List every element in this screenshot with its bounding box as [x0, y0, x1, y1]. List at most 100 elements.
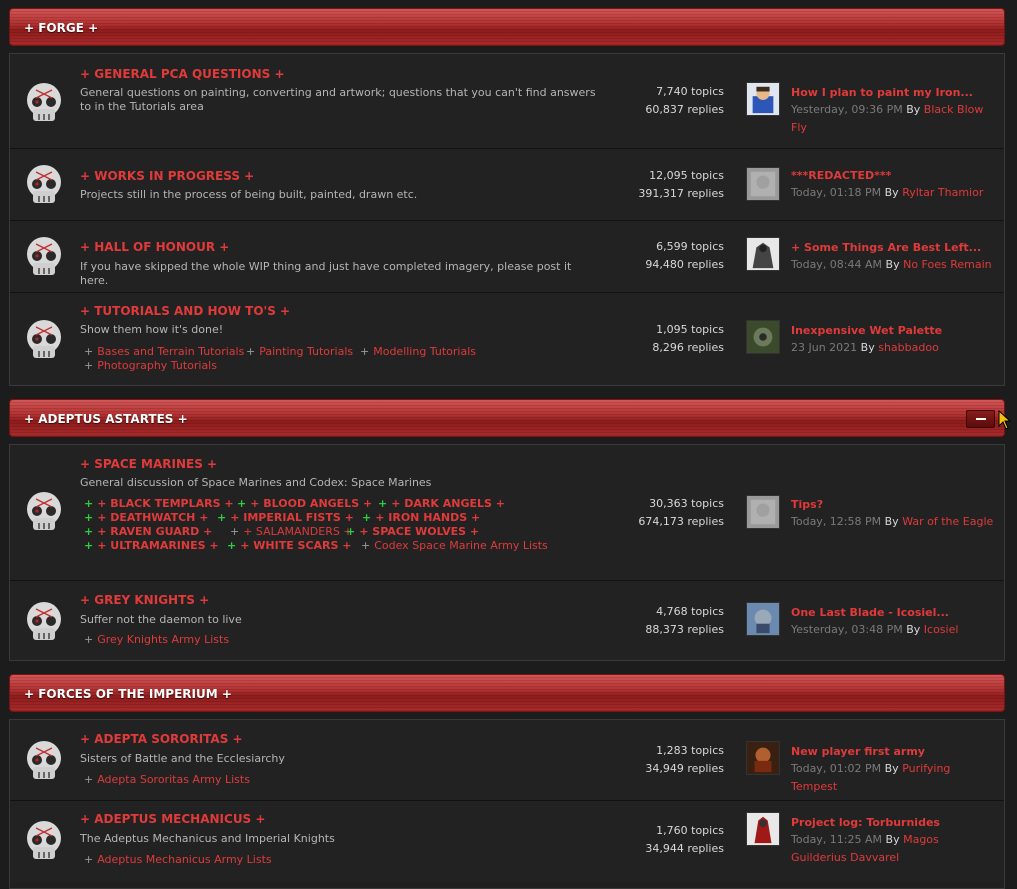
forum-title[interactable]: + ADEPTUS MECHANICUS +	[80, 812, 265, 826]
category-header-adeptus-astartes[interactable]: + ADEPTUS ASTARTES +	[9, 399, 1012, 437]
last-post-user[interactable]: Ryltar Thamior	[902, 186, 983, 199]
subforum-marker-icon: +	[230, 525, 240, 538]
topics-count: 1,760 topics	[656, 824, 724, 837]
last-post-time: Yesterday, 03:48 PM	[791, 623, 903, 636]
avatar[interactable]	[746, 167, 780, 201]
subforum-link[interactable]: + + SPACE WOLVES +	[346, 525, 479, 539]
skull-icon	[27, 741, 61, 779]
forum-stats: 4,768 topics 88,373 replies	[604, 603, 724, 639]
last-post-time: Yesterday, 09:36 PM	[791, 103, 903, 116]
forum-title[interactable]: + GENERAL PCA QUESTIONS +	[80, 67, 285, 81]
last-post-user[interactable]: War of the Eagle	[902, 515, 993, 528]
topics-count: 1,283 topics	[656, 744, 724, 757]
last-post-title[interactable]: Tips?	[791, 498, 823, 511]
subforum-link[interactable]: + Grey Knights Army Lists	[84, 633, 229, 647]
forum-stats: 1,760 topics 34,944 replies	[604, 822, 724, 858]
collapse-button[interactable]	[966, 410, 995, 428]
forum-row: + GENERAL PCA QUESTIONS + General questi…	[10, 54, 1004, 149]
last-post-time: Today, 11:25 AM	[791, 833, 883, 846]
forum-description: General discussion of Space Marines and …	[80, 476, 432, 489]
last-post-meta: Yesterday, 09:36 PM By Black Blow Fly	[791, 101, 996, 137]
last-post-time: Today, 01:02 PM	[791, 762, 882, 775]
last-post-title[interactable]: Inexpensive Wet Palette	[791, 324, 942, 337]
subforum-link[interactable]: + Adepta Sororitas Army Lists	[84, 773, 250, 787]
subforum-link[interactable]: + + DARK ANGELS +	[378, 497, 505, 511]
forum-row: + HALL OF HONOUR + If you have skipped t…	[10, 221, 1004, 293]
last-post-user[interactable]: shabbadoo	[878, 341, 939, 354]
subforum-link[interactable]: + Modelling Tutorials	[360, 345, 476, 359]
subforum-link[interactable]: + + IRON HANDS +	[362, 511, 480, 525]
subforum-link[interactable]: + Codex Space Marine Army Lists	[361, 539, 548, 553]
unread-marker-icon: +	[84, 525, 94, 538]
subforum-link[interactable]: + + BLOOD ANGELS +	[237, 497, 372, 511]
subforum-link[interactable]: + Painting Tutorials	[246, 345, 353, 359]
subforum-link[interactable]: + + WHITE SCARS +	[227, 539, 352, 553]
subforum-link[interactable]: + + DEATHWATCH +	[84, 511, 208, 525]
forum-description: Show them how it's done!	[80, 323, 224, 336]
subforum-link[interactable]: + + RAVEN GUARD +	[84, 525, 212, 539]
forum-title[interactable]: + SPACE MARINES +	[80, 457, 217, 471]
avatar[interactable]	[746, 320, 780, 354]
topics-count: 7,740 topics	[656, 85, 724, 98]
skull-icon	[27, 320, 61, 358]
replies-count: 34,944 replies	[645, 842, 724, 855]
avatar[interactable]	[746, 602, 780, 636]
forum-title[interactable]: + GREY KNIGHTS +	[80, 593, 209, 607]
subforum-marker-icon: +	[84, 345, 94, 358]
unread-marker-icon: +	[362, 511, 372, 524]
last-post-title[interactable]: Project log: Torburnides	[791, 816, 940, 829]
forum-title[interactable]: + TUTORIALS AND HOW TO'S +	[80, 304, 290, 318]
last-post-title[interactable]: + Some Things Are Best Left...	[791, 241, 981, 254]
subforum-link[interactable]: + Adeptus Mechanicus Army Lists	[84, 853, 272, 867]
skull-icon	[27, 237, 61, 275]
by-label: By	[860, 341, 875, 354]
forum-row: + GREY KNIGHTS + Suffer not the daemon t…	[10, 581, 1004, 660]
last-post-title[interactable]: ***REDACTED***	[791, 169, 891, 182]
avatar[interactable]	[746, 82, 780, 116]
forum-row: + TUTORIALS AND HOW TO'S + Show them how…	[10, 293, 1004, 385]
last-post-time: Today, 12:58 PM	[791, 515, 882, 528]
skull-icon	[27, 165, 61, 203]
subforum-link[interactable]: + + ULTRAMARINES +	[84, 539, 219, 553]
avatar[interactable]	[746, 495, 780, 529]
last-post-title[interactable]: One Last Blade - Icosiel...	[791, 606, 949, 619]
subforum-link[interactable]: + + IMPERIAL FISTS +	[217, 511, 354, 525]
unread-marker-icon: +	[378, 497, 388, 510]
avatar[interactable]	[746, 741, 780, 775]
forum-row: + WORKS IN PROGRESS + Projects still in …	[10, 149, 1004, 221]
replies-count: 88,373 replies	[645, 623, 724, 636]
category-header-forge[interactable]: + FORGE +	[9, 8, 1005, 46]
category-body-forge: + GENERAL PCA QUESTIONS + General questi…	[9, 53, 1005, 386]
avatar[interactable]	[746, 237, 780, 271]
category-header-forces-of-the-imperium[interactable]: + FORCES OF THE IMPERIUM +	[9, 674, 1005, 712]
subforum-marker-icon: +	[360, 345, 370, 358]
last-post-time: 23 Jun 2021	[791, 341, 858, 354]
last-post-meta: Today, 08:44 AM By No Foes Remain	[791, 256, 996, 274]
subforum-link[interactable]: + + SALAMANDERS +	[230, 525, 353, 539]
subforum-link[interactable]: + Bases and Terrain Tutorials	[84, 345, 244, 359]
by-label: By	[906, 103, 921, 116]
subforum-link[interactable]: + Photography Tutorials	[84, 359, 217, 373]
forum-title[interactable]: + ADEPTA SORORITAS +	[80, 732, 243, 746]
last-post-title[interactable]: New player first army	[791, 745, 925, 758]
last-post-time: Today, 01:18 PM	[791, 186, 882, 199]
forum-stats: 1,283 topics 34,949 replies	[604, 742, 724, 778]
replies-count: 8,296 replies	[652, 341, 724, 354]
subforum-marker-icon: +	[246, 345, 256, 358]
unread-marker-icon: +	[346, 525, 356, 538]
avatar[interactable]	[746, 812, 780, 846]
last-post-user[interactable]: Icosiel	[924, 623, 959, 636]
forum-description: The Adeptus Mechanicus and Imperial Knig…	[80, 832, 335, 845]
by-label: By	[906, 623, 921, 636]
forum-stats: 7,740 topics 60,837 replies	[604, 83, 724, 119]
forum-title[interactable]: + HALL OF HONOUR +	[80, 240, 229, 254]
forum-title[interactable]: + WORKS IN PROGRESS +	[80, 169, 254, 183]
topics-count: 30,363 topics	[649, 497, 724, 510]
last-post-meta: 23 Jun 2021 By shabbadoo	[791, 339, 996, 357]
last-post-user[interactable]: No Foes Remain	[903, 258, 992, 271]
by-label: By	[884, 515, 899, 528]
last-post-title[interactable]: How I plan to paint my Iron...	[791, 86, 973, 99]
forum-stats: 1,095 topics 8,296 replies	[604, 321, 724, 357]
category-title: + FORGE +	[24, 21, 99, 35]
subforum-link[interactable]: + + BLACK TEMPLARS +	[84, 497, 234, 511]
